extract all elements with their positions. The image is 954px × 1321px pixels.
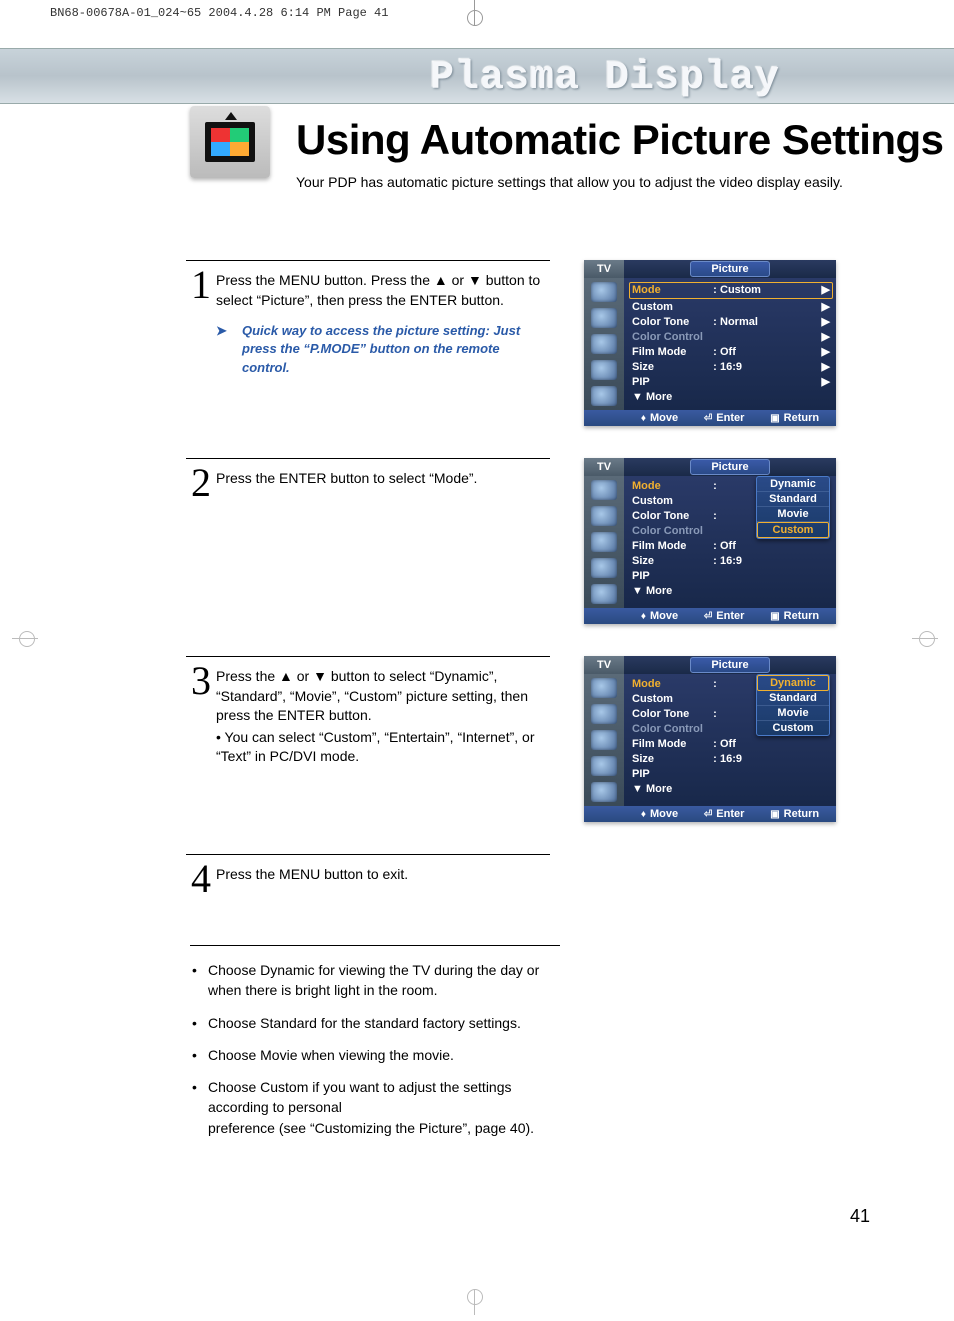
- print-header: BN68-00678A-01_024~65 2004.4.28 6:14 PM …: [50, 6, 388, 20]
- popup-standard: Standard: [757, 691, 829, 706]
- osd-title: Picture: [690, 261, 769, 277]
- osd-row-colortone: Color Tone:Normal▶: [632, 315, 830, 330]
- page-number: 41: [850, 1206, 870, 1227]
- step-3: 3 Press the ▲ or ▼ button to select “Dyn…: [186, 656, 550, 806]
- osd-row-colorcontrol: Color Control▶: [632, 330, 830, 345]
- osd-row-mode: Mode: Custom▶: [629, 282, 833, 299]
- step-1: 1 Press the MENU button. Press the ▲ or …: [186, 260, 550, 410]
- step-tip: Quick way to access the picture setting:…: [216, 322, 550, 377]
- arrow-right-icon: ▶: [820, 283, 830, 298]
- step-number: 3: [186, 663, 216, 699]
- osd-screenshot-1: TV Picture Mode: Custom▶ Custom▶: [584, 260, 836, 426]
- osd-screenshot-3: TV Picture Mode: Custom Color Tone: Colo…: [584, 656, 836, 822]
- step-text: Press the ENTER button to select “Mode”.: [216, 465, 477, 489]
- sound-icon: [591, 334, 617, 354]
- mode-popup: Dynamic Standard Movie Custom: [756, 476, 830, 539]
- page-subtitle: Your PDP has automatic picture settings …: [296, 174, 843, 190]
- osd-row-custom: Custom▶: [632, 300, 830, 315]
- channel-icon: [591, 360, 617, 380]
- banner-title: Plasma Display: [430, 56, 780, 101]
- setup-icon: [591, 386, 617, 406]
- input-icon: [591, 282, 617, 302]
- step-number: 1: [186, 267, 216, 303]
- note-item: Choose Custom if you want to adjust the …: [190, 1077, 560, 1138]
- step-2: 2 Press the ENTER button to select “Mode…: [186, 458, 550, 608]
- popup-dynamic: Dynamic: [757, 477, 829, 492]
- popup-movie: Movie: [757, 706, 829, 721]
- picture-icon: [591, 308, 617, 328]
- mode-popup: Dynamic Standard Movie Custom: [756, 674, 830, 736]
- osd-row-more: ▼ More: [632, 390, 830, 405]
- crop-mark-bottom: [464, 1285, 484, 1315]
- crop-mark-right: [912, 628, 942, 648]
- step-number: 4: [186, 861, 216, 897]
- enter-icon: ⏎: [704, 413, 712, 424]
- crop-mark-top: [464, 0, 484, 30]
- popup-custom: Custom: [757, 721, 829, 735]
- popup-custom: Custom: [757, 522, 829, 538]
- osd-row-pip: PIP▶: [632, 375, 830, 390]
- step-4: 4 Press the MENU button to exit.: [186, 854, 550, 897]
- osd-footer: ♦Move ⏎Enter ▣Return: [584, 410, 836, 426]
- tv-icon: [190, 106, 270, 178]
- osd-sidebar: [584, 278, 624, 410]
- step-text: Press the MENU button. Press the ▲ or ▼ …: [216, 271, 550, 310]
- step-number: 2: [186, 465, 216, 501]
- note-item: Choose Movie when viewing the movie.: [190, 1045, 560, 1065]
- move-icon: ♦: [641, 413, 646, 424]
- popup-standard: Standard: [757, 492, 829, 507]
- popup-movie: Movie: [757, 507, 829, 522]
- osd-screenshot-2: TV Picture Mode: Custom Color Tone: Colo…: [584, 458, 836, 624]
- return-icon: ▣: [770, 413, 779, 424]
- step-text: Press the MENU button to exit.: [216, 861, 408, 885]
- crop-mark-left: [12, 628, 42, 648]
- page-title: Using Automatic Picture Settings: [296, 116, 944, 164]
- osd-row-size: Size:16:9▶: [632, 360, 830, 375]
- osd-tv-label: TV: [584, 260, 624, 278]
- popup-dynamic: Dynamic: [757, 675, 829, 691]
- note-item: Choose Dynamic for viewing the TV during…: [190, 960, 560, 1001]
- step-extra: • You can select “Custom”, “Entertain”, …: [216, 728, 550, 767]
- step-text: Press the ▲ or ▼ button to select “Dynam…: [216, 667, 550, 726]
- note-item: Choose Standard for the standard factory…: [190, 1013, 560, 1033]
- osd-row-filmmode: Film Mode:Off▶: [632, 345, 830, 360]
- notes-list: Choose Dynamic for viewing the TV during…: [190, 945, 560, 1138]
